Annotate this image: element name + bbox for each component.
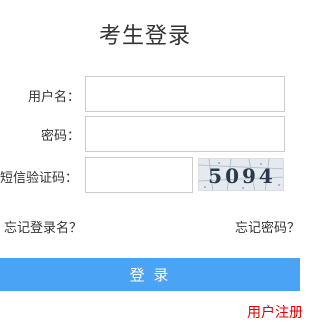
forgot-username-link[interactable]: 忘记登录名？ xyxy=(4,217,82,236)
captcha-input[interactable] xyxy=(85,157,193,193)
password-label: 密码： xyxy=(41,129,81,144)
forgot-password-link[interactable]: 忘记密码？ xyxy=(235,217,300,236)
captcha-image[interactable]: 5094 xyxy=(198,158,284,191)
captcha-label: 短信验证码： xyxy=(0,171,79,186)
username-label: 用户名： xyxy=(28,90,81,105)
register-link[interactable]: 用户注册 xyxy=(247,302,303,322)
login-button[interactable]: 登 录 xyxy=(0,258,300,291)
page-title: 考生登录 xyxy=(98,24,191,49)
captcha-code: 5094 xyxy=(208,164,276,188)
captcha-noise-graphic: 5094 xyxy=(199,159,283,190)
username-input[interactable] xyxy=(85,76,285,112)
password-input[interactable] xyxy=(85,116,285,152)
